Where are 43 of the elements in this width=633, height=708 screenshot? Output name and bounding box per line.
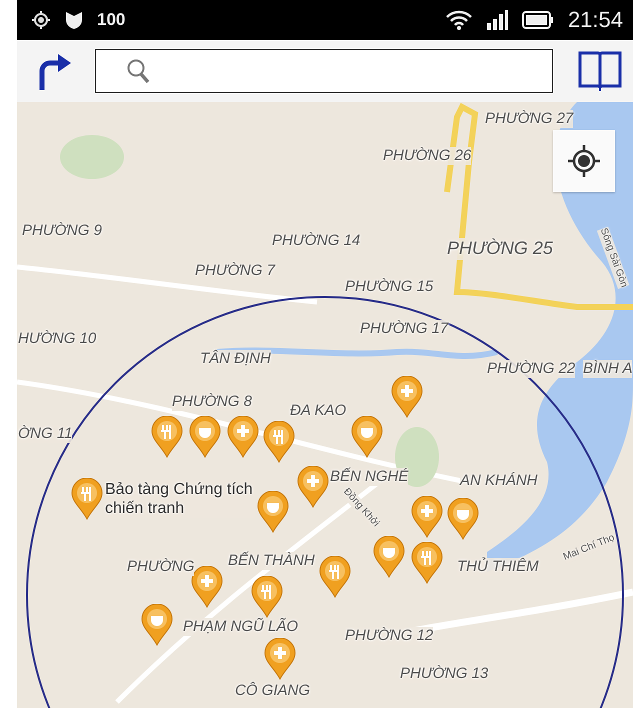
map-pin-icon[interactable]: [263, 421, 295, 463]
area-label: BẾN NGHÉ: [330, 468, 408, 486]
map-pin-icon[interactable]: [297, 466, 329, 508]
map-pin-icon[interactable]: [251, 576, 283, 618]
shield-icon: [65, 10, 83, 30]
search-field[interactable]: [95, 49, 553, 93]
map-pin-icon[interactable]: [189, 416, 221, 458]
area-label: BẾN THÀNH: [228, 552, 315, 570]
map-pin-icon[interactable]: [319, 556, 351, 598]
area-label: PHƯỜNG 22: [487, 360, 576, 378]
map-pin-icon[interactable]: [391, 376, 423, 418]
battery-icon: [522, 10, 554, 30]
map-pin-icon[interactable]: [447, 498, 479, 540]
map-pin-icon[interactable]: [257, 491, 289, 533]
my-location-button[interactable]: [553, 130, 615, 192]
clock-time: 21:54: [568, 7, 623, 33]
map-pin-icon[interactable]: [411, 542, 443, 584]
area-label: TÂN ĐỊNH: [200, 350, 271, 368]
map-pin-icon[interactable]: [141, 604, 173, 646]
signal-icon: [486, 9, 508, 31]
area-label: PHƯỜNG 27: [485, 110, 574, 128]
wifi-icon: [446, 9, 472, 31]
open-book-icon: [577, 50, 623, 92]
notification-count: 100: [97, 10, 126, 30]
search-icon: [126, 58, 150, 84]
area-label: PHƯỜNG 25: [447, 238, 553, 260]
area-label: BÌNH A: [583, 360, 632, 378]
area-label: PHƯỜNG 26: [383, 147, 472, 165]
map-pin-icon[interactable]: [351, 416, 383, 458]
map-pin-icon[interactable]: [411, 496, 443, 538]
map-pin-icon[interactable]: [71, 478, 103, 520]
map-pin-icon[interactable]: [373, 536, 405, 578]
map-pin-icon[interactable]: [264, 638, 296, 680]
map-pin-icon[interactable]: [151, 416, 183, 458]
map-pin-icon[interactable]: [227, 416, 259, 458]
area-label: PHƯỜNG: [127, 558, 194, 576]
area-label: PHẠM NGŨ LÃO: [183, 618, 298, 636]
turn-arrow-icon: [38, 51, 72, 91]
map-drawing[interactable]: [17, 102, 633, 708]
area-label: ỜNG 11: [18, 425, 72, 443]
crosshair-icon: [566, 143, 602, 179]
area-label: PHƯỜNG 8: [172, 393, 252, 411]
location-icon: [31, 10, 51, 30]
